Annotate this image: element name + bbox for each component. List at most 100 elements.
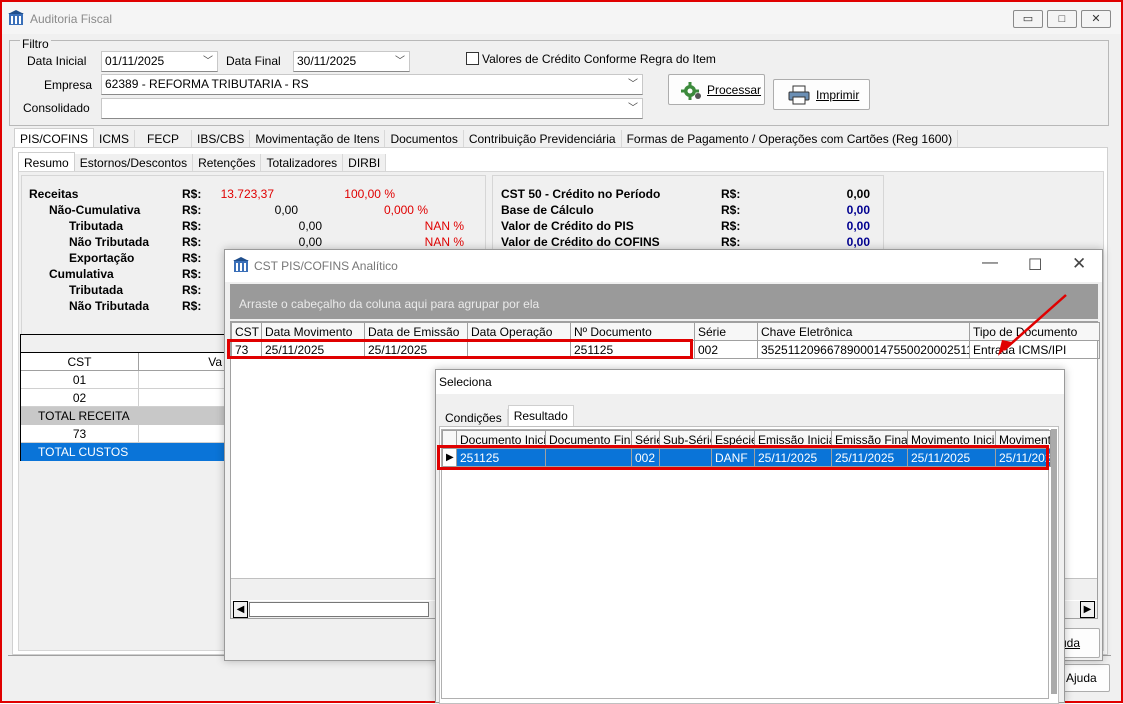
imprimir-button[interactable]: Imprimir [773, 79, 870, 110]
table-row[interactable]: 02 [21, 389, 224, 407]
tab-totalizadores[interactable]: Totalizadores [261, 154, 344, 172]
nao-cumulativa-pct: 0,000 % [383, 203, 428, 217]
grid-group-header [21, 335, 224, 353]
cell-movimento-inicial: 25/11/2025 [907, 448, 996, 467]
col-header-movimento-inicial[interactable]: Movimento Inicial [907, 430, 996, 449]
col-header-movimento[interactable]: Movimento [995, 430, 1051, 449]
col-header-sub-serie[interactable]: Sub-Série [659, 430, 712, 449]
group-by-area[interactable]: Arraste o cabeçalho da coluna aqui para … [230, 284, 1098, 319]
chevron-down-icon[interactable]: ﹀ [203, 52, 213, 71]
tab-fecp[interactable]: FECP [135, 130, 193, 148]
data-inicial-field[interactable]: 01/11/2025 ﹀ [101, 51, 218, 72]
tab-pis-cofins[interactable]: PIS/COFINS [14, 128, 95, 148]
tab-contribuicao-previdenciaria[interactable]: Contribuição Previdenciária [463, 130, 622, 148]
tab-formas-pagamento[interactable]: Formas de Pagamento / Operações com Cart… [621, 130, 959, 148]
total-custos-cell: TOTAL CUSTOS [38, 445, 129, 459]
cell-data-movimento: 25/11/2025 [261, 340, 365, 359]
table-row[interactable]: TOTAL CUSTOS [21, 443, 224, 461]
tab-icms[interactable]: ICMS [94, 130, 136, 148]
close-icon[interactable]: ✕ [1072, 254, 1086, 274]
processar-button[interactable]: Processar [668, 74, 765, 105]
currency-label: R$: [182, 251, 202, 265]
tab-dirbi[interactable]: DIRBI [343, 154, 387, 172]
col-header-cst[interactable]: CST [231, 322, 262, 341]
tab-documentos[interactable]: Documentos [385, 130, 464, 148]
tab-estornos-descontos[interactable]: Estornos/Descontos [74, 154, 194, 172]
tab-ibs-cbs[interactable]: IBS/CBS [192, 130, 251, 148]
data-inicial-label: Data Inicial [27, 54, 87, 68]
maximize-icon[interactable]: ☐ [1028, 255, 1042, 275]
close-button[interactable]: ✕ [1081, 10, 1111, 28]
resultado-page: Documento Inicial Documento Final Série … [439, 426, 1059, 704]
col-header-especie[interactable]: Espécie [711, 430, 755, 449]
credito-pis-value: 0,00 [846, 219, 870, 233]
table-row[interactable]: TOTAL RECEITA [21, 407, 224, 425]
col-header-data-movimento[interactable]: Data Movimento [261, 322, 365, 341]
col-header-chave-eletronica[interactable]: Chave Eletrônica [757, 322, 970, 341]
sub-tab-bar: Resumo Estornos/Descontos Retenções Tota… [18, 152, 387, 172]
cell-sub-serie [659, 448, 712, 467]
col-header-serie[interactable]: Série [694, 322, 758, 341]
nao-tributada-cumulativa-label: Não Tributada [69, 299, 150, 313]
minimize-button[interactable]: ▭ [1013, 10, 1043, 28]
col-header-data-operacao[interactable]: Data Operação [467, 322, 571, 341]
base-calculo-value: 0,00 [846, 203, 870, 217]
currency-label: R$: [182, 299, 202, 313]
cst-cell: 73 [21, 425, 139, 442]
seleciona-dialog: Seleciona Condições Resultado Documento … [435, 369, 1065, 704]
currency-label: R$: [182, 203, 202, 217]
minimize-icon[interactable]: — [982, 254, 998, 272]
cell-emissao-inicial: 25/11/2025 [754, 448, 832, 467]
exportacao-label: Exportação [69, 251, 135, 265]
col-header-emissao-inicial[interactable]: Emissão Inicial [754, 430, 832, 449]
vertical-scrollbar[interactable] [1051, 429, 1057, 694]
va-column-header[interactable]: Va [139, 353, 224, 370]
cell-emissao-final: 25/11/2025 [831, 448, 908, 467]
scroll-left-icon[interactable]: ◀ [233, 601, 248, 618]
col-header-serie[interactable]: Série [631, 430, 660, 449]
scroll-right-icon[interactable]: ▶ [1080, 601, 1095, 618]
tab-condicoes[interactable]: Condições [440, 409, 508, 427]
tab-resultado[interactable]: Resultado [507, 405, 574, 426]
cst-column-header[interactable]: CST [21, 353, 139, 370]
nao-tributada-label: Não Tributada [69, 235, 150, 249]
col-header-documento-inicial[interactable]: Documento Inicial [456, 430, 546, 449]
cell-documento-inicial: 251125 [456, 448, 546, 467]
cell-numero-documento: 251125 [570, 340, 695, 359]
tab-resumo[interactable]: Resumo [18, 152, 75, 172]
table-row[interactable]: 73 25/11/2025 25/11/2025 251125 002 3525… [231, 340, 1100, 359]
col-header-data-emissao[interactable]: Data de Emissão [364, 322, 468, 341]
chevron-down-icon[interactable]: ﹀ [395, 52, 405, 71]
chevron-down-icon[interactable]: ﹀ [628, 75, 638, 94]
empresa-select[interactable]: 62389 - REFORMA TRIBUTARIA - RS ﹀ [101, 74, 643, 95]
table-row[interactable]: 01 [21, 371, 224, 389]
scroll-thumb[interactable] [249, 602, 429, 617]
minimize-icon: ▭ [1022, 13, 1034, 25]
app-icon [8, 10, 24, 25]
nao-tributada-pct: NAN % [424, 235, 464, 249]
table-row[interactable]: 73 [21, 425, 224, 443]
col-header-emissao-final[interactable]: Emissão Final [831, 430, 908, 449]
currency-label: R$: [721, 219, 741, 233]
gear-icon [681, 82, 701, 100]
tributada-cumulativa-label: Tributada [69, 283, 124, 297]
row-pointer-icon: ▶ [442, 448, 457, 467]
valores-credito-checkbox[interactable] [466, 52, 479, 65]
consolidado-select[interactable]: ﹀ [101, 98, 643, 119]
col-header-numero-documento[interactable]: Nº Documento [570, 322, 695, 341]
maximize-button[interactable]: □ [1047, 10, 1077, 28]
data-final-label: Data Final [226, 54, 281, 68]
grid-empty-area [442, 470, 1048, 698]
tab-retencoes[interactable]: Retenções [193, 154, 262, 172]
chevron-down-icon[interactable]: ﹀ [628, 99, 638, 118]
table-row[interactable]: ▶ 251125 002 DANF 25/11/2025 25/11/2025 … [442, 448, 1051, 467]
main-tab-bar: PIS/COFINS ICMS FECP IBS/CBS Movimentaçã… [14, 128, 959, 148]
main-titlebar: Auditoria Fiscal ▭ □ ✕ [2, 2, 1121, 34]
cell-cst: 73 [231, 340, 262, 359]
resultado-grid: Documento Inicial Documento Final Série … [441, 429, 1051, 699]
cumulativa-label: Cumulativa [49, 267, 114, 281]
tab-movimentacao-itens[interactable]: Movimentação de Itens [250, 130, 386, 148]
empresa-value: 62389 - REFORMA TRIBUTARIA - RS [105, 77, 309, 91]
data-final-field[interactable]: 30/11/2025 ﹀ [293, 51, 410, 72]
col-header-documento-final[interactable]: Documento Final [545, 430, 632, 449]
